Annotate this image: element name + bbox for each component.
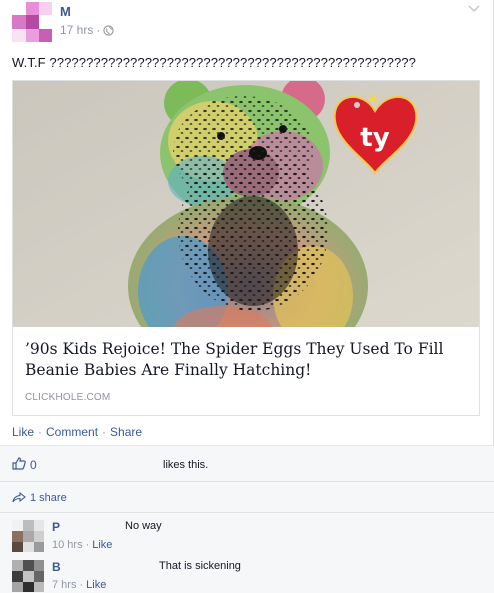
commenter-avatar[interactable] [12,520,44,552]
post-meta: 17 hrs · [60,23,114,37]
feedback-section: 0 likes this. 1 share P No way 10 hrs · … [0,445,494,593]
action-separator: · [102,425,107,439]
chevron-down-icon[interactable] [467,4,481,14]
comment-item: B That is sickening 7 hrs · Like [0,554,494,593]
comment-separator: · [79,579,84,591]
post-actions: Like · Comment · Share [12,425,142,439]
comment-text: No way [125,520,162,532]
link-title[interactable]: ’90s Kids Rejoice! The Spider Eggs They … [25,339,465,381]
thumbs-up-icon[interactable] [12,457,26,470]
comment-meta: 7 hrs · Like [52,579,106,591]
link-preview-card[interactable]: ty ’90s Kids Rejoice! The Spider Eggs Th… [12,80,480,416]
comment-time[interactable]: 7 hrs [52,579,76,591]
post-time[interactable]: 17 hrs [60,23,93,37]
commenter-name[interactable]: B [52,560,61,574]
commenter-avatar[interactable] [12,560,44,592]
meta-separator: · [96,23,101,37]
like-count[interactable]: 0 [30,458,37,472]
commenter-name[interactable]: P [52,520,60,534]
link-preview-image[interactable]: ty [13,81,479,327]
post-status-text: W.T.F ??????????????????????????????????… [12,55,416,70]
comment-separator: · [85,539,90,551]
share-arrow-icon [12,492,26,503]
author-name[interactable]: M [60,4,71,19]
comment-text: That is sickening [159,560,241,572]
feed-post: M 17 hrs · W.T.F ???????????????????????… [0,0,494,593]
comment-action[interactable]: Comment [46,425,98,439]
comment-like-link[interactable]: Like [86,579,106,591]
comment-like-link[interactable]: Like [92,539,112,551]
ty-tag-text: ty [360,123,389,153]
like-action[interactable]: Like [12,425,34,439]
likes-row: 0 likes this. [0,446,494,482]
action-separator: · [38,425,43,439]
link-source: CLICKHOLE.COM [25,392,111,403]
shares-row: 1 share [0,483,494,513]
comment-time[interactable]: 10 hrs [52,539,83,551]
comment-meta: 10 hrs · Like [52,539,112,551]
share-count[interactable]: 1 share [30,492,67,504]
share-action[interactable]: Share [110,425,142,439]
author-avatar[interactable] [12,2,52,42]
globe-icon [103,24,114,36]
likes-text: likes this. [163,459,209,471]
